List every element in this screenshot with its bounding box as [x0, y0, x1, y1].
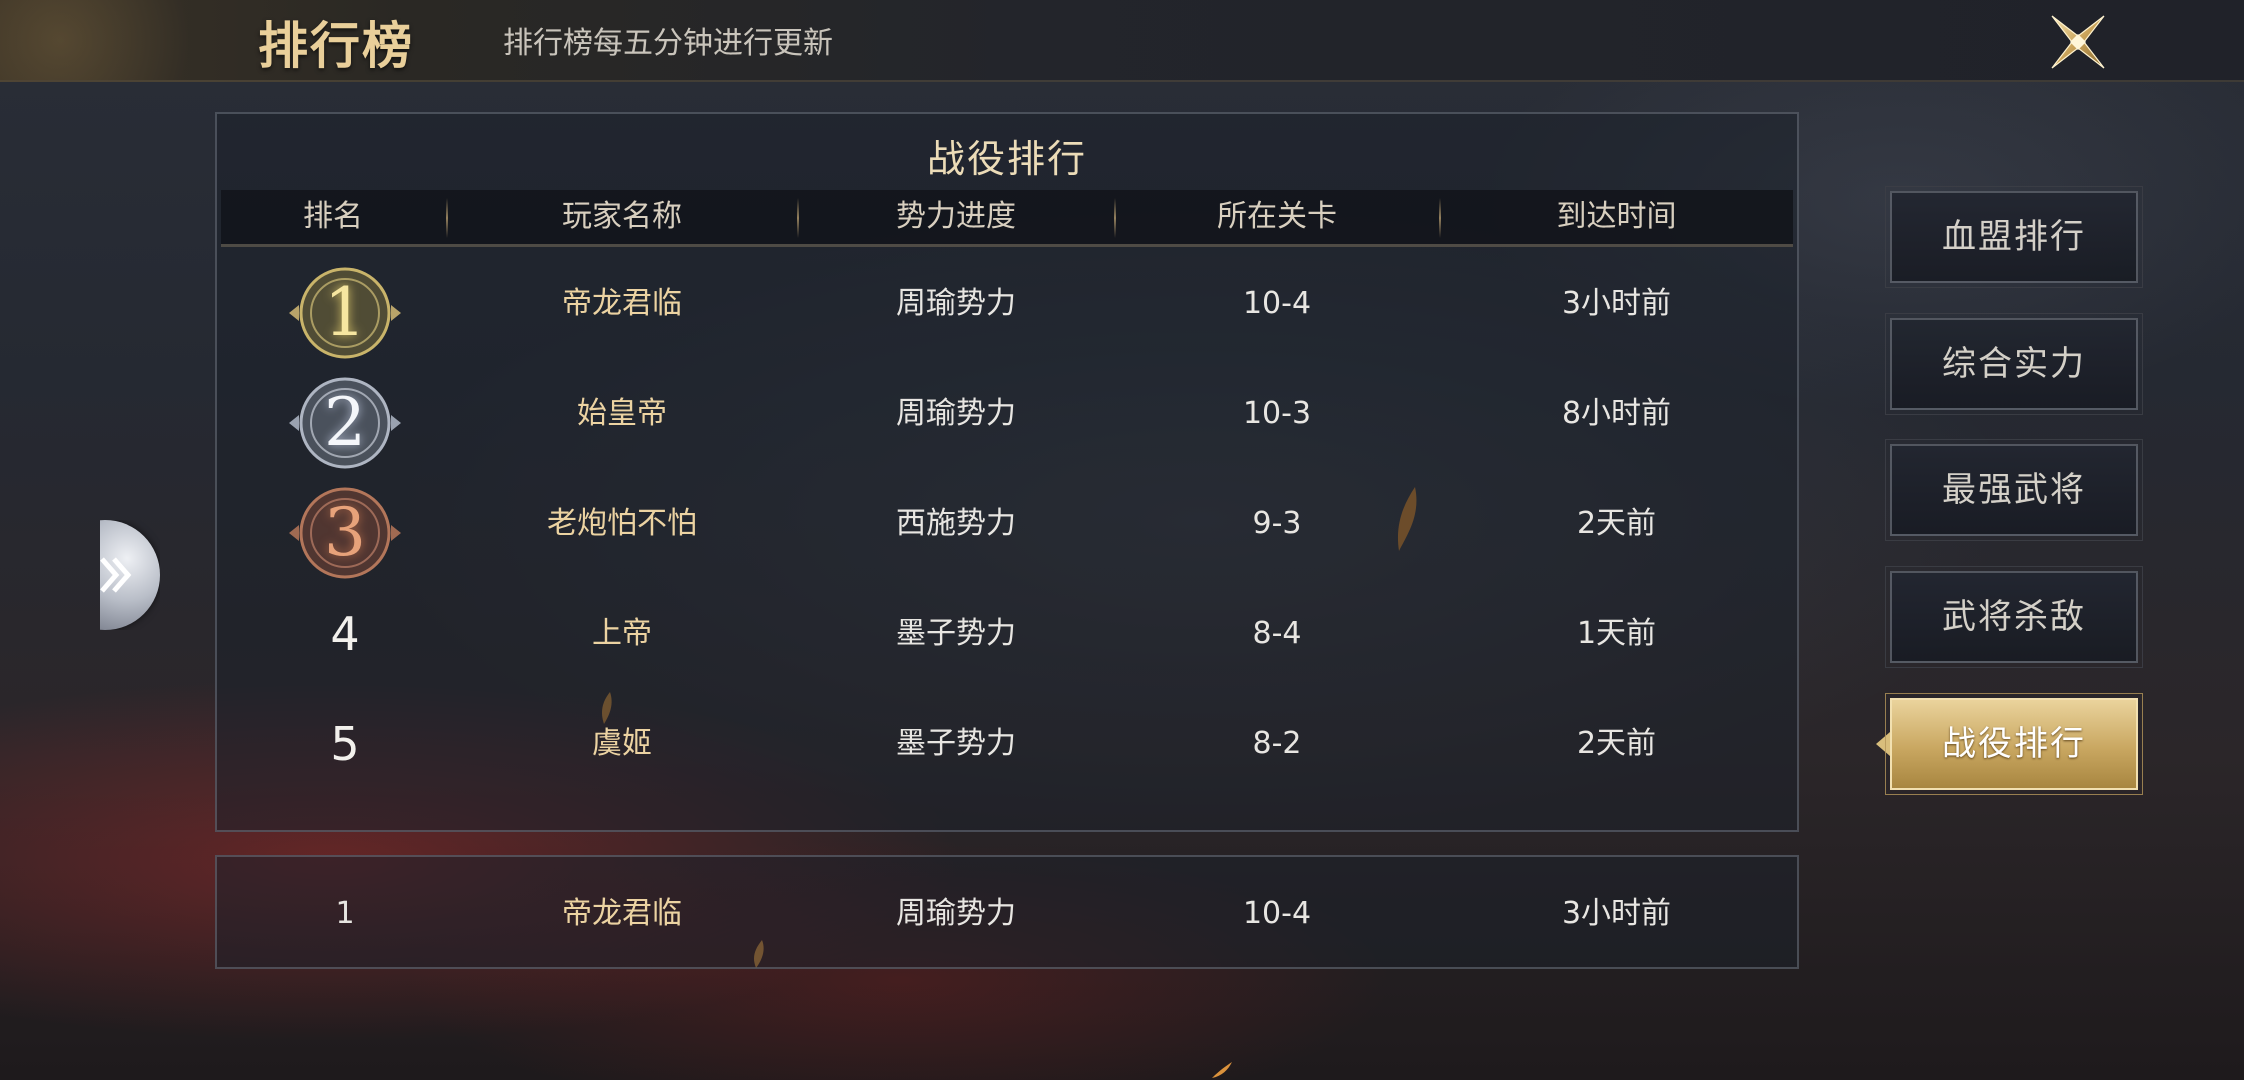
silver-medal-icon: 2	[281, 373, 409, 473]
table-row[interactable]: 2 始皇帝 周瑜势力 10-3 8小时前	[221, 364, 1793, 469]
rank-number: 2	[324, 384, 366, 461]
active-tab-pointer	[1876, 732, 1890, 756]
my-arrival-time: 3小时前	[1561, 896, 1672, 931]
my-faction-progress: 周瑜势力	[896, 896, 1016, 931]
close-button[interactable]	[2048, 12, 2108, 72]
gold-medal-icon: 1	[281, 263, 409, 363]
faction-progress: 墨子势力	[896, 726, 1016, 761]
rank-number: 3	[324, 494, 366, 571]
top-bar: 排行榜 排行榜每五分钟进行更新	[0, 0, 2244, 82]
column-header-arrival-time: 到达时间	[1556, 199, 1677, 234]
player-name[interactable]: 虞姬	[447, 694, 797, 794]
column-header-stage: 所在关卡	[1217, 199, 1337, 234]
table-header: 排名 玩家名称 势力进度 所在关卡 到达时间	[221, 190, 1793, 247]
stage: 10-4	[1242, 286, 1312, 321]
stage: 9-3	[1252, 506, 1302, 541]
rank-number: 4	[330, 607, 360, 661]
my-player-name: 帝龙君临	[562, 896, 682, 931]
tab-general-kills[interactable]: 武将杀敌	[1885, 566, 2143, 668]
tab-strongest-general[interactable]: 最强武将	[1885, 439, 2143, 541]
rank-number: 1	[324, 274, 366, 351]
tab-overall-strength[interactable]: 综合实力	[1885, 313, 2143, 415]
column-header-rank: 排名	[303, 199, 363, 234]
update-notice: 排行榜每五分钟进行更新	[503, 26, 833, 61]
table-row[interactable]: 4 上帝 墨子势力 8-4 1天前	[221, 584, 1793, 684]
arrival-time: 3小时前	[1561, 286, 1672, 321]
game-screen: 排行榜 排行榜每五分钟进行更新 战役排行 排名 玩家名称 势力进度 所在关卡 到…	[0, 0, 2244, 1080]
arrival-time: 2天前	[1576, 506, 1657, 541]
expand-side-button[interactable]	[100, 520, 160, 630]
faction-progress: 墨子势力	[896, 616, 1016, 651]
stage: 10-3	[1242, 396, 1312, 431]
stage: 8-2	[1252, 726, 1302, 761]
player-name[interactable]: 帝龙君临	[447, 254, 797, 354]
rank-number: 5	[330, 717, 360, 771]
table-row[interactable]: 3 老炮怕不怕 西施势力 9-3 2天前	[221, 474, 1793, 579]
stage: 8-4	[1252, 616, 1302, 651]
player-name[interactable]: 始皇帝	[447, 364, 797, 464]
column-header-player-name: 玩家名称	[562, 199, 682, 234]
faction-progress: 西施势力	[896, 506, 1016, 541]
page-title: 排行榜	[258, 16, 414, 75]
ember-particle	[1212, 1062, 1232, 1078]
tab-alliance-ranking[interactable]: 血盟排行	[1885, 186, 2143, 288]
player-name[interactable]: 上帝	[447, 584, 797, 684]
panel-title: 战役排行	[926, 137, 1087, 181]
my-rank-number: 1	[335, 896, 355, 931]
player-name[interactable]: 老炮怕不怕	[447, 474, 797, 574]
arrival-time: 8小时前	[1561, 396, 1672, 431]
close-x-icon	[2051, 15, 2105, 69]
header-ornament	[0, 0, 240, 80]
chevron-right-double-icon	[100, 557, 132, 593]
column-header-faction-progress: 势力进度	[896, 199, 1016, 234]
table-row[interactable]: 1 帝龙君临 周瑜势力 10-4 3小时前	[221, 254, 1793, 359]
table-row[interactable]: 5 虞姬 墨子势力 8-2 2天前	[221, 694, 1793, 794]
faction-progress: 周瑜势力	[896, 286, 1016, 321]
bronze-medal-icon: 3	[281, 483, 409, 583]
my-stage: 10-4	[1242, 896, 1312, 931]
arrival-time: 2天前	[1576, 726, 1657, 761]
my-rank-row: 1 帝龙君临 周瑜势力 10-4 3小时前	[215, 855, 1799, 969]
ranking-panel: 战役排行 排名 玩家名称 势力进度 所在关卡 到达时间 1 帝龙君临 周瑜势力 …	[215, 112, 1799, 832]
faction-progress: 周瑜势力	[896, 396, 1016, 431]
tab-campaign-ranking[interactable]: 战役排行	[1885, 693, 2143, 795]
arrival-time: 1天前	[1576, 616, 1657, 651]
